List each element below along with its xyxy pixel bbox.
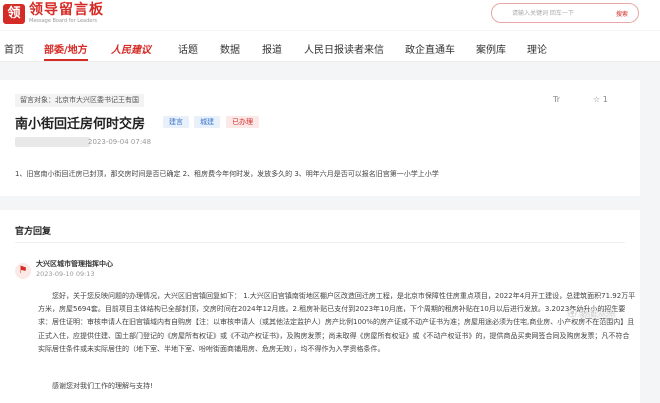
search-input[interactable]: [512, 7, 602, 20]
main-nav: 首页 部委/地方 人民建议 话题 数据 报道 人民日报读者来信 政企直通车 案例…: [0, 31, 660, 62]
nav-reader-letters[interactable]: 人民日报读者来信: [304, 41, 384, 56]
nav-enterprise-channel[interactable]: 政企直通车: [405, 41, 455, 56]
author-name-blurred: [15, 137, 90, 147]
reply-thanks: 感谢您对我们工作的理解与支持!: [52, 382, 153, 390]
nav-ministries-local[interactable]: 部委/地方: [44, 41, 88, 56]
wechat-icon: ✿: [568, 308, 577, 319]
site-header: 领 领导留言板 Message Board for Leaders 搜索: [0, 0, 660, 30]
nav-reports[interactable]: 报道: [262, 41, 282, 56]
nav-topics[interactable]: 话题: [178, 41, 198, 56]
nav-theory[interactable]: 理论: [527, 41, 547, 56]
message-date: 2023-09-04 07:48: [88, 138, 152, 146]
message-target: 留言对象：北京市大兴区委书记王有国: [15, 94, 144, 107]
government-emblem-icon: ⚑: [15, 263, 31, 279]
reply-org-name: 大兴区城市管理指挥中心: [36, 260, 113, 268]
message-content: 1、旧宫南小街回迁房已封顶，那交房时间是否已确定 2、租房费今年何时发，发放多久…: [15, 170, 439, 178]
nav-active-indicator: [44, 59, 88, 61]
watermark-text: 家住大兴: [579, 310, 616, 320]
nav-case-library[interactable]: 案例库: [476, 41, 506, 56]
nav-data[interactable]: 数据: [220, 41, 240, 56]
tag-suggestion: 建言: [163, 116, 189, 128]
reply-section-title: 官方回复: [15, 227, 52, 237]
divider: [15, 242, 625, 243]
tag-status-handled: 已办理: [226, 116, 259, 128]
logo-subtitle: Message Board for Leaders: [29, 18, 98, 24]
wechat-watermark: ✿ 家住大兴: [568, 307, 615, 320]
site-logo[interactable]: 领 领导留言板 Message Board for Leaders: [3, 3, 104, 24]
reply-content: 您好，关于您反映问题的办理情况，大兴区旧宫镇回复如下： 1.大兴区旧宫镇南街地区…: [38, 290, 636, 356]
favorite-star-button[interactable]: ☆ 1: [593, 95, 608, 104]
logo-text: 领导留言板 Message Board for Leaders: [29, 2, 104, 25]
tag-urban-construction: 城建: [194, 116, 220, 128]
message-title: 南小街回迁房何时交房: [15, 117, 146, 132]
nav-home[interactable]: 首页: [4, 41, 24, 56]
search-box: 搜索: [491, 3, 639, 23]
official-reply-card: 官方回复 ⚑ 大兴区城市管理指挥中心 2023-09-10 09:13 您好，关…: [0, 210, 640, 403]
font-size-icon[interactable]: Tr: [553, 95, 560, 104]
message-card: 留言对象：北京市大兴区委书记王有国 Tr ☆ 1 南小街回迁房何时交房 建言 城…: [0, 80, 640, 196]
reply-paragraph: 您好，关于您反映问题的办理情况，大兴区旧宫镇回复如下： 1.大兴区旧宫镇南街地区…: [38, 292, 636, 353]
logo-title: 领导留言板: [29, 2, 104, 18]
nav-people-suggestions[interactable]: 人民建议: [111, 41, 151, 56]
logo-icon: 领: [3, 3, 25, 24]
search-button[interactable]: 搜索: [616, 9, 628, 18]
reply-date: 2023-09-10 09:13: [36, 270, 95, 278]
